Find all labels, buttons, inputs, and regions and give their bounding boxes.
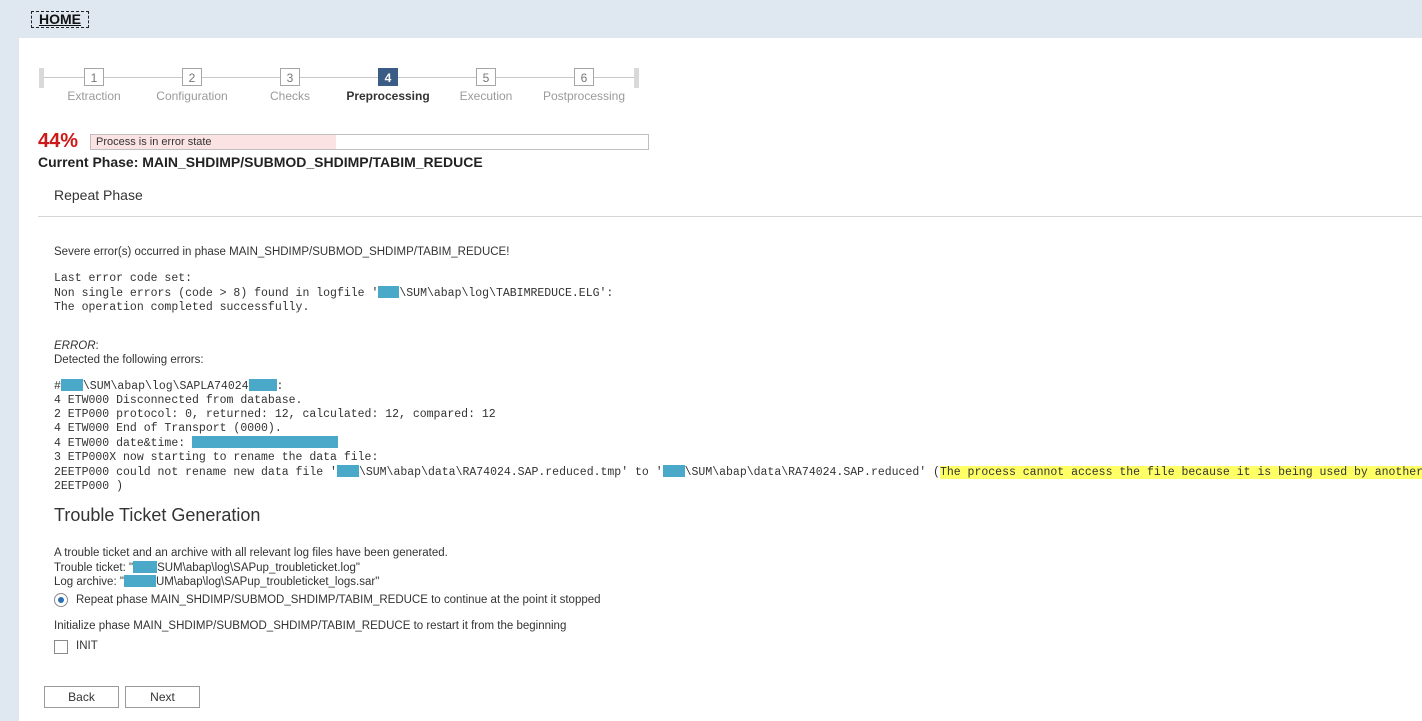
step-configuration[interactable]: 2 Configuration (142, 68, 242, 103)
step-number: 2 (182, 68, 202, 86)
log-line: 4 ETW000 Disconnected from database. (54, 394, 303, 407)
log-line: 4 ETW000 End of Transport (0000). (54, 422, 282, 435)
error-colon: : (95, 340, 99, 352)
log-archive-line: Log archive: " UM\abap\log\SAPup_troublet… (54, 575, 379, 588)
step-number: 6 (574, 68, 594, 86)
redacted-block (336, 465, 359, 477)
log-prefix: # (54, 380, 61, 393)
step-label: Execution (459, 89, 513, 103)
archive-path: UM\abap\log\SAPup_troubleticket_logs.sar… (155, 576, 380, 588)
step-checks[interactable]: 3 Checks (240, 68, 340, 103)
main-panel: 1 Extraction 2 Configuration 3 Checks 4 … (19, 38, 1422, 721)
log-line: 2 ETP000 protocol: 0, returned: 12, calc… (54, 408, 496, 421)
init-checkbox[interactable] (54, 640, 68, 654)
non-single-path: \SUM\abap\log\TABIMREDUCE.ELG': (399, 287, 614, 300)
detected-line: Detected the following errors: (54, 354, 204, 366)
log-suffix: : (276, 380, 284, 393)
redacted-block (60, 379, 83, 391)
log-block: # \SUM\abap\log\SAPLA74024: 4 ETW000 Disc… (54, 379, 1422, 494)
step-label: Checks (269, 89, 310, 103)
phase-roadmap: 1 Extraction 2 Configuration 3 Checks 4 … (39, 68, 639, 108)
last-error-block: Last error code set: Non single errors (… (54, 272, 613, 315)
next-button[interactable]: Next (125, 686, 200, 708)
trouble-ticket-intro: A trouble ticket and an archive with all… (54, 547, 448, 559)
redacted-block (133, 561, 158, 573)
top-bar: HOME (0, 0, 1422, 38)
back-button[interactable]: Back (44, 686, 119, 708)
step-label: Extraction (67, 89, 121, 103)
roadmap-end-cap (634, 68, 639, 88)
home-link[interactable]: HOME (31, 11, 89, 28)
divider (38, 216, 1422, 217)
error-label-line: ERROR: (54, 340, 99, 352)
datetime-label: 4 ETW000 date&time: (54, 437, 193, 450)
progress-percent: 44% (38, 130, 79, 152)
ticket-label: Trouble ticket: " (54, 562, 134, 574)
init-label[interactable]: INIT (76, 640, 98, 652)
rename-error-from: \SUM\abap\data\RA74024.SAP.reduced.tmp' … (358, 466, 663, 479)
step-number: 4 (378, 68, 398, 86)
error-label: ERROR (54, 340, 96, 352)
redacted-block (378, 286, 400, 298)
progress-status-text: Process is in error state (96, 136, 212, 148)
step-number: 5 (476, 68, 496, 86)
last-error-label: Last error code set: (54, 272, 193, 285)
repeat-phase-radio[interactable] (54, 593, 68, 607)
rename-start-line: 3 ETP000X now starting to rename the dat… (54, 451, 379, 464)
trouble-ticket-line: Trouble ticket: " SUM\abap\log\SAPup_trou… (54, 561, 360, 574)
non-single-prefix: Non single errors (code > 8) found in lo… (54, 287, 379, 300)
trouble-ticket-title: Trouble Ticket Generation (54, 505, 261, 525)
radio-selected-dot (58, 597, 64, 603)
progress-bar: Process is in error state (90, 134, 649, 150)
rename-error-end: 2EETP000 ) (54, 480, 124, 493)
step-label: Configuration (156, 89, 228, 103)
archive-label: Log archive: " (54, 576, 124, 588)
step-postprocessing[interactable]: 6 Postprocessing (534, 68, 634, 103)
operation-line: The operation completed successfully. (54, 301, 310, 314)
step-label: Postprocessing (542, 89, 626, 103)
init-intro: Initialize phase MAIN_SHDIMP/SUBMOD_SHDI… (54, 620, 567, 632)
repeat-phase-title: Repeat Phase (54, 187, 143, 203)
ticket-path: SUM\abap\log\SAPup_troubleticket.log" (157, 562, 360, 574)
redacted-block (192, 436, 339, 448)
step-number: 3 (280, 68, 300, 86)
step-preprocessing[interactable]: 4 Preprocessing (338, 68, 438, 103)
error-headline: Severe error(s) occurred in phase MAIN_S… (54, 246, 510, 258)
step-number: 1 (84, 68, 104, 86)
step-label: Preprocessing (346, 89, 430, 103)
repeat-phase-label[interactable]: Repeat phase MAIN_SHDIMP/SUBMOD_SHDIMP/T… (76, 594, 601, 606)
step-execution[interactable]: 5 Execution (436, 68, 536, 103)
current-phase: Current Phase: MAIN_SHDIMP/SUBMOD_SHDIMP… (38, 154, 483, 170)
redacted-block (248, 379, 277, 391)
redacted-block (662, 465, 685, 477)
step-extraction[interactable]: 1 Extraction (44, 68, 144, 103)
rename-error-highlight: The process cannot access the file becau… (939, 466, 1422, 479)
rename-error-to: \SUM\abap\data\RA74024.SAP.reduced' ( (684, 466, 940, 479)
log-path: \SUM\abap\log\SAPLA74024 (82, 380, 249, 393)
rename-error-prefix: 2EETP000 could not rename new data file … (54, 466, 337, 479)
redacted-block (123, 575, 156, 587)
